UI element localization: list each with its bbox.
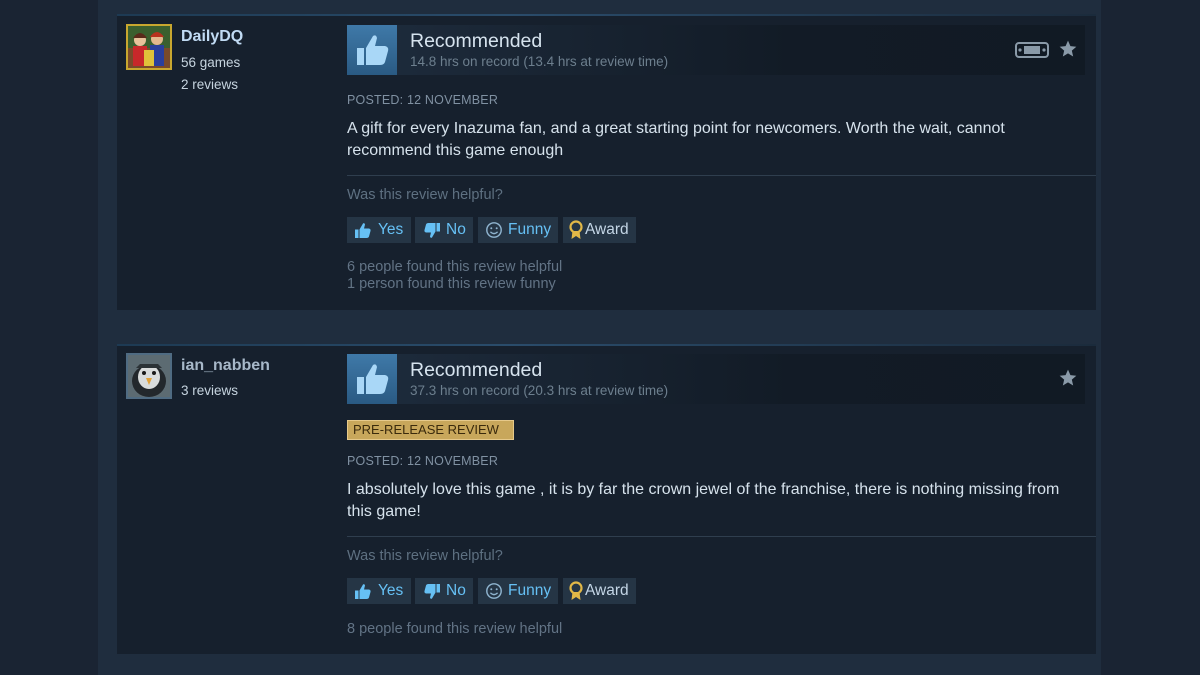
divider xyxy=(347,536,1096,537)
award-label: Award xyxy=(585,221,629,238)
star-icon[interactable] xyxy=(1058,368,1078,393)
pre-release-badge: PRE-RELEASE REVIEW xyxy=(347,420,514,440)
thumbs-down-icon xyxy=(424,222,440,238)
avatar[interactable] xyxy=(126,24,172,70)
thumbs-down-icon xyxy=(424,583,440,599)
found-funny: 1 person found this review funny xyxy=(347,276,556,292)
award-icon xyxy=(569,220,583,239)
review-hours: 37.3 hrs on record (20.3 hrs at review t… xyxy=(410,383,669,398)
author-name[interactable]: DailyDQ xyxy=(181,28,243,46)
review-text: I absolutely love this game , it is by f… xyxy=(347,481,1060,520)
funny-label: Funny xyxy=(508,582,552,599)
helpful-question: Was this review helpful? xyxy=(347,187,503,203)
author-reviews-count[interactable]: 2 reviews xyxy=(181,77,238,92)
steam-deck-icon xyxy=(1015,41,1049,64)
no-label: No xyxy=(446,582,466,599)
funny-label: Funny xyxy=(508,221,552,238)
funny-button[interactable]: Funny xyxy=(478,578,558,604)
thumbs-up-icon xyxy=(347,354,397,404)
helpful-question: Was this review helpful? xyxy=(347,548,503,564)
funny-button[interactable]: Funny xyxy=(478,217,558,243)
review-hours: 14.8 hrs on record (13.4 hrs at review t… xyxy=(410,54,669,69)
author-reviews-count[interactable]: 3 reviews xyxy=(181,383,238,398)
posted-date: POSTED: 12 NOVEMBER xyxy=(347,454,499,468)
award-icon xyxy=(569,581,583,600)
avatar[interactable] xyxy=(126,353,172,399)
review-verdict[interactable]: Recommended xyxy=(410,359,542,382)
yes-label: Yes xyxy=(378,221,404,238)
no-button[interactable]: No xyxy=(415,578,473,604)
vote-header[interactable]: Recommended 37.3 hrs on record (20.3 hrs… xyxy=(347,354,1085,404)
author-name[interactable]: ian_nabben xyxy=(181,357,270,375)
award-button[interactable]: Award xyxy=(563,217,636,243)
yes-button[interactable]: Yes xyxy=(347,217,411,243)
thumbs-up-icon xyxy=(355,222,371,238)
review-text: A gift for every Inazuma fan, and a grea… xyxy=(347,120,1005,159)
no-label: No xyxy=(446,221,466,238)
author-games-count[interactable]: 56 games xyxy=(181,55,240,70)
star-icon[interactable] xyxy=(1058,39,1078,64)
smiley-icon xyxy=(486,583,502,599)
award-button[interactable]: Award xyxy=(563,578,636,604)
thumbs-up-icon xyxy=(355,583,371,599)
review-card: DailyDQ 56 games 2 reviews Recommended 1… xyxy=(117,14,1096,310)
review-card: ian_nabben 3 reviews Recommended 37.3 hr… xyxy=(117,344,1096,654)
yes-button[interactable]: Yes xyxy=(347,578,411,604)
yes-label: Yes xyxy=(378,582,404,599)
no-button[interactable]: No xyxy=(415,217,473,243)
thumbs-up-icon xyxy=(347,25,397,75)
divider xyxy=(347,175,1096,176)
review-verdict[interactable]: Recommended xyxy=(410,30,542,53)
smiley-icon xyxy=(486,222,502,238)
posted-date: POSTED: 12 NOVEMBER xyxy=(347,93,499,107)
vote-header[interactable]: Recommended 14.8 hrs on record (13.4 hrs… xyxy=(347,25,1085,75)
found-helpful: 8 people found this review helpful xyxy=(347,621,563,637)
award-label: Award xyxy=(585,582,629,599)
found-helpful: 6 people found this review helpful xyxy=(347,259,563,275)
